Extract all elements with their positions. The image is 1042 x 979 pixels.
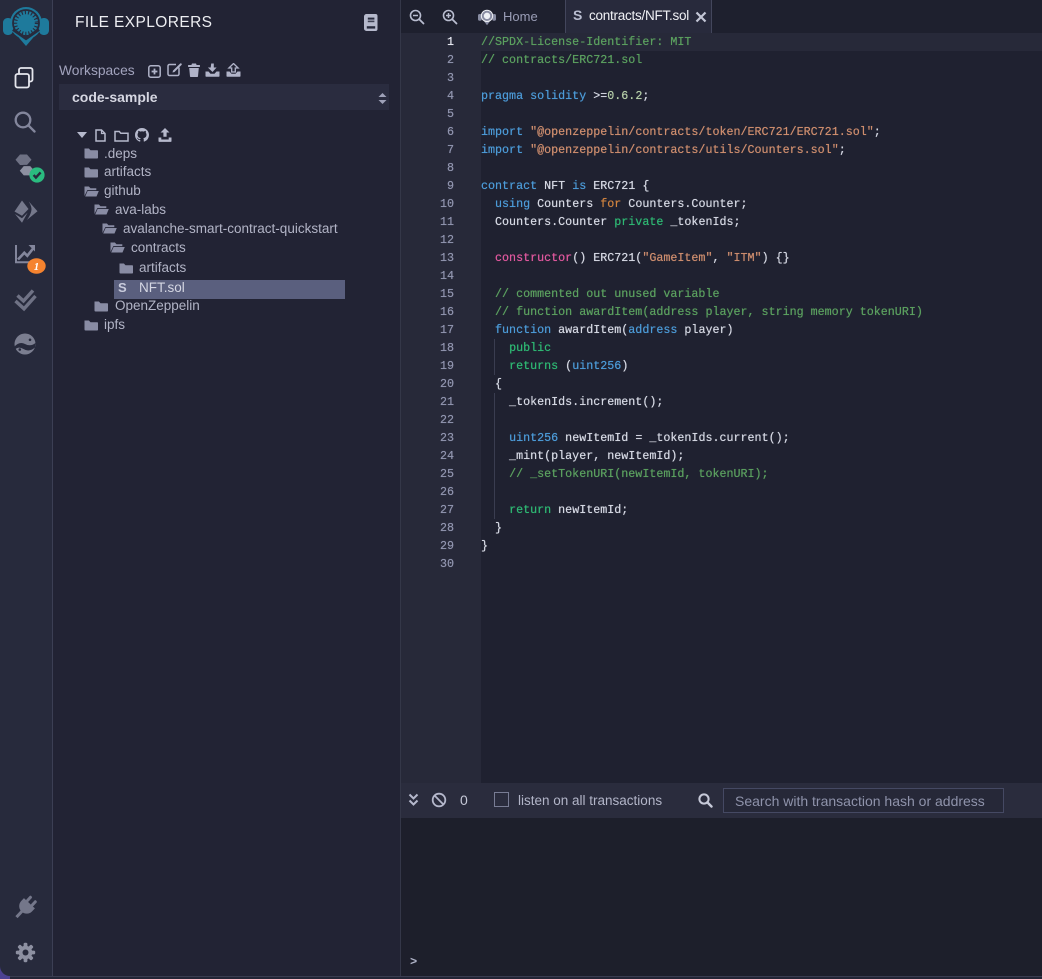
- svg-text:1: 1: [34, 261, 40, 273]
